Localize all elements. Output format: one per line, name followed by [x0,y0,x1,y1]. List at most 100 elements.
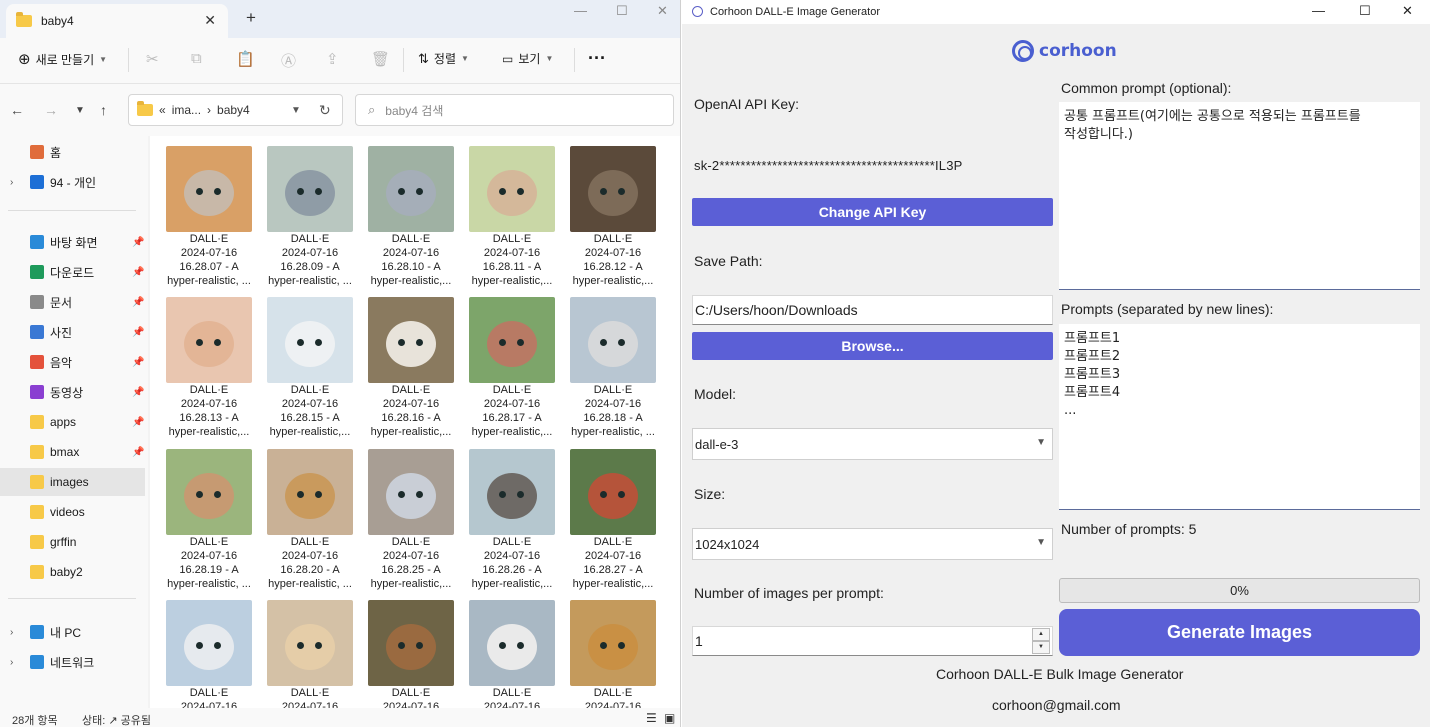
breadcrumb-baby4[interactable]: baby4 [217,103,250,117]
paste-icon[interactable]: 📋 [236,50,255,68]
maximize-icon[interactable]: ☐ [1359,3,1371,19]
explorer-toolbar: ⊕ 새로 만들기 ▼ ✂ ⧉ 📋 Ⓐ ⇪ 🗑 ⇅ 정렬 ▼ ▭ 보기 ▼ ··· [0,38,680,84]
cut-icon[interactable]: ✂ [146,50,159,68]
tiles-view-icon[interactable]: ▣ [664,711,675,725]
sidebar-item[interactable]: bmax 📌 [0,438,145,466]
file-item[interactable]: DALL·E 2024-07-16 16.28.25 - A hyper-realis… [361,449,461,591]
common-prompt-textarea[interactable]: 공통 프롬프트(여기에는 공통으로 적용되는 프롬프트를 작성합니다.) [1059,102,1420,290]
image-thumbnail [469,449,555,535]
file-item[interactable]: DALL·E 2024-07-16 16.28.12 - A hyper-realis… [563,146,663,288]
view-button[interactable]: ▭ 보기 ▼ [502,50,553,67]
stepper-down-icon[interactable]: ▼ [1032,641,1050,654]
breadcrumb-images[interactable]: ima... [172,103,201,117]
up-arrow-icon[interactable]: ↑ [100,102,107,118]
sidebar-item[interactable]: baby2 [0,558,145,586]
download-icon [30,265,44,279]
sidebar-item[interactable]: grffin [0,528,145,556]
sidebar-item[interactable]: 다운로드 📌 [0,258,145,286]
sort-button[interactable]: ⇅ 정렬 ▼ [418,50,469,67]
sidebar-item[interactable]: 홈 [0,138,145,166]
chevron-down-icon: ▼ [1036,437,1046,448]
minimize-icon[interactable]: — [1312,3,1325,18]
file-item[interactable]: DALL·E 2024-07-16 16.28.27 - A hyper-realis… [563,449,663,591]
file-item[interactable]: DALL·E 2024-07-16 [361,600,461,708]
forward-arrow-icon[interactable]: → [44,102,58,118]
stepper-up-icon[interactable]: ▲ [1032,628,1050,641]
close-tab-icon[interactable]: ✕ [204,12,216,29]
sidebar-item[interactable]: videos [0,498,145,526]
file-grid: DALL·E 2024-07-16 16.28.07 - A hyper-realis… [150,136,680,708]
sidebar-item[interactable]: 음악 📌 [0,348,145,376]
thumbnail-eye [297,339,304,346]
file-item[interactable]: DALL·E 2024-07-16 16.28.16 - A hyper-realis… [361,297,461,439]
file-item[interactable]: DALL·E 2024-07-16 16.28.19 - A hyper-realis… [159,449,259,591]
sidebar-item-label: 다운로드 [50,265,95,280]
file-name-line: hyper-realistic,... [370,578,452,590]
file-item[interactable]: DALL·E 2024-07-16 16.28.15 - A hyper-realis… [260,297,360,439]
sidebar-item[interactable]: 사진 📌 [0,318,145,346]
file-item[interactable]: DALL·E 2024-07-16 16.28.26 - A hyper-realis… [462,449,562,591]
image-thumbnail [368,297,454,383]
size-select[interactable]: 1024x1024 ▼ [692,528,1053,560]
file-item[interactable]: DALL·E 2024-07-16 16.28.18 - A hyper-realis… [563,297,663,439]
share-icon[interactable]: ⇪ [326,50,339,68]
sidebar-item[interactable]: 문서 📌 [0,288,145,316]
expand-chevron-icon[interactable]: › [10,657,13,668]
file-item[interactable]: DALL·E 2024-07-16 [260,600,360,708]
browse-button[interactable]: Browse... [692,332,1053,360]
new-button[interactable]: ⊕ 새로 만들기 ▼ [18,50,107,68]
close-window-icon[interactable]: ✕ [657,3,668,19]
address-bar[interactable]: « ima... › baby4 ▼ ↻ [128,94,343,126]
more-options-button[interactable]: ··· [588,48,606,69]
file-name-line: hyper-realistic,... [572,578,654,590]
address-dropdown-icon[interactable]: ▼ [291,105,301,116]
close-window-icon[interactable]: ✕ [1402,3,1413,19]
file-item[interactable]: DALL·E 2024-07-16 16.28.17 - A hyper-realis… [462,297,562,439]
file-item[interactable]: DALL·E 2024-07-16 16.28.11 - A hyper-realis… [462,146,562,288]
model-label: Model: [694,386,737,402]
file-name-line: 16.28.13 - A [179,412,239,424]
new-tab-icon[interactable]: + [246,8,256,28]
copy-icon[interactable]: ⧉ [191,50,202,67]
back-arrow-icon[interactable]: ← [10,102,24,118]
expand-chevron-icon[interactable]: › [10,627,13,638]
maximize-icon[interactable]: ☐ [616,3,628,19]
navigation-pane: 홈 › 94 - 개인바탕 화면 📌 다운로드 📌 문서 📌 사진 📌 음악 📌 동영상 📌 apps 📌 bm… [0,136,148,708]
explorer-tab[interactable]: baby4 ✕ [6,4,228,38]
thumbnail-eye [517,642,524,649]
model-select[interactable]: dall-e-3 ▼ [692,428,1053,460]
prompts-textarea[interactable]: 프롬프트1 프롬프트2 프롬프트3 프롬프트4 ... [1059,324,1420,510]
change-api-key-button[interactable]: Change API Key [692,198,1053,226]
file-item[interactable]: DALL·E 2024-07-16 [462,600,562,708]
delete-icon[interactable]: 🗑 [371,50,390,68]
sidebar-item[interactable]: › 네트워크 [0,648,145,676]
file-item[interactable]: DALL·E 2024-07-16 [563,600,663,708]
file-item[interactable]: DALL·E 2024-07-16 16.28.09 - A hyper-realis… [260,146,360,288]
expand-chevron-icon[interactable]: › [10,177,13,188]
refresh-icon[interactable]: ↻ [319,102,331,119]
file-name-line: DALL·E [391,384,431,396]
sidebar-item[interactable]: images [0,468,145,496]
sidebar-item[interactable]: apps 📌 [0,408,145,436]
sidebar-item[interactable]: 바탕 화면 📌 [0,228,145,256]
save-path-input[interactable]: C:/Users/hoon/Downloads [692,295,1053,325]
thumbnail-subject [184,624,234,670]
file-name-line: DALL·E [593,536,633,548]
explorer-titlebar: baby4 ✕ + — ☐ ✕ [0,0,680,38]
num-images-stepper[interactable]: 1 ▲ ▼ [692,626,1053,656]
file-item[interactable]: DALL·E 2024-07-16 16.28.10 - A hyper-realis… [361,146,461,288]
sidebar-item[interactable]: 동영상 📌 [0,378,145,406]
file-item[interactable]: DALL·E 2024-07-16 16.28.07 - A hyper-realis… [159,146,259,288]
details-view-icon[interactable]: ☰ [646,711,657,725]
generate-images-button[interactable]: Generate Images [1059,609,1420,656]
file-item[interactable]: DALL·E 2024-07-16 [159,600,259,708]
sidebar-item[interactable]: › 94 - 개인 [0,168,145,196]
search-input[interactable]: ⌕ baby4 검색 [355,94,674,126]
rename-icon[interactable]: Ⓐ [281,50,296,71]
minimize-icon[interactable]: — [574,3,587,18]
sidebar-item[interactable]: › 내 PC [0,618,145,646]
folder-icon [30,415,44,429]
recent-chevron-icon[interactable]: ▼ [75,105,85,116]
file-item[interactable]: DALL·E 2024-07-16 16.28.13 - A hyper-realis… [159,297,259,439]
file-item[interactable]: DALL·E 2024-07-16 16.28.20 - A hyper-realis… [260,449,360,591]
